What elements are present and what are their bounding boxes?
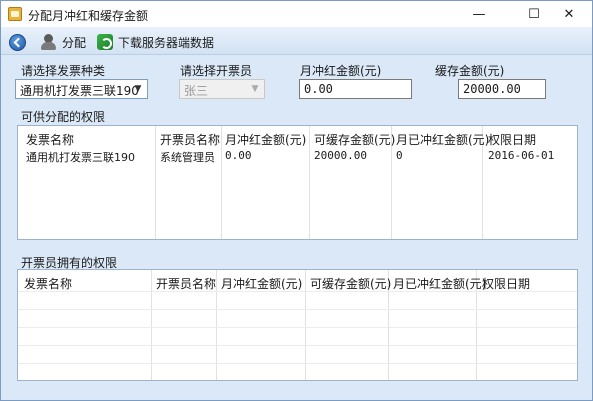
title-bar: 分配月冲红和缓存金额 — ☐ ✕	[1, 1, 592, 27]
download-server-data-button[interactable]: 下载服务器端数据	[97, 32, 214, 52]
user-icon	[41, 34, 57, 50]
app-icon	[8, 7, 22, 21]
column-header-issuer-name[interactable]: 开票员名称	[160, 131, 220, 148]
invoice-type-label: 请选择发票种类	[21, 64, 106, 78]
cache-amount-input[interactable]: 20000.00	[458, 79, 546, 99]
assign-button[interactable]: 分配	[41, 32, 86, 52]
table-cell: 通用机打发票三联190	[26, 151, 135, 164]
column-header-invoice-name[interactable]: 发票名称	[24, 275, 72, 292]
table-cell: 0	[396, 149, 403, 162]
column-header-permission-date[interactable]: 权限日期	[488, 131, 536, 148]
assign-label: 分配	[62, 35, 87, 50]
table-cell: 0.00	[225, 149, 252, 162]
refresh-download-icon	[97, 34, 113, 50]
available-permissions-table[interactable]: 发票名称 开票员名称 月冲红金额(元) 可缓存金额(元) 月已冲红金额(元) 权…	[17, 125, 578, 240]
column-header-monthly-redeemed[interactable]: 月已冲红金额(元)	[396, 131, 489, 148]
table-cell: 2016-06-01	[488, 149, 555, 162]
minimize-button[interactable]: —	[456, 1, 502, 27]
back-arrow-icon	[9, 33, 26, 51]
issuer-select: 张三 ▼	[179, 79, 265, 99]
column-header-cacheable[interactable]: 可缓存金额(元)	[314, 131, 395, 148]
row-divider	[18, 291, 577, 292]
column-divider	[155, 126, 156, 239]
column-header-monthly-red[interactable]: 月冲红金额(元)	[225, 131, 306, 148]
table-cell: 20000.00	[314, 149, 367, 162]
column-header-monthly-redeemed[interactable]: 月已冲红金额(元)	[393, 275, 486, 292]
monthly-red-label: 月冲红金额(元)	[300, 64, 382, 78]
table-cell: 系统管理员	[160, 151, 215, 164]
column-header-cacheable[interactable]: 可缓存金额(元)	[310, 275, 391, 292]
download-label: 下载服务器端数据	[118, 35, 215, 50]
close-button[interactable]: ✕	[546, 1, 592, 27]
toolbar: 分配 下载服务器端数据	[1, 27, 592, 55]
invoice-type-select[interactable]: 通用机打发票三联190 ▼	[15, 79, 148, 99]
cache-amount-label: 缓存金额(元)	[435, 64, 505, 78]
chevron-down-icon: ▼	[134, 84, 142, 94]
issuer-permissions-table[interactable]: 发票名称 开票员名称 月冲红金额(元) 可缓存金额(元) 月已冲红金额(元) 权…	[17, 269, 578, 381]
column-header-monthly-red[interactable]: 月冲红金额(元)	[221, 275, 302, 292]
row-divider	[18, 345, 577, 346]
column-divider	[309, 126, 310, 239]
main-window: 分配月冲红和缓存金额 — ☐ ✕ 分配 下载服务器端数据 请选择发票种类 请选择…	[0, 0, 593, 401]
issuer-label: 请选择开票员	[180, 64, 253, 78]
invoice-type-value: 通用机打发票三联190	[20, 84, 139, 98]
column-header-permission-date[interactable]: 权限日期	[482, 275, 530, 292]
back-button[interactable]	[9, 32, 27, 52]
issuer-value: 张三	[184, 84, 209, 98]
available-permissions-title: 可供分配的权限	[21, 110, 106, 124]
row-divider	[18, 309, 577, 310]
monthly-red-input[interactable]: 0.00	[299, 79, 412, 99]
column-header-issuer-name[interactable]: 开票员名称	[156, 275, 216, 292]
chevron-down-icon: ▼	[251, 84, 259, 94]
column-divider	[221, 126, 222, 239]
row-divider	[18, 327, 577, 328]
row-divider	[18, 363, 577, 364]
window-title: 分配月冲红和缓存金额	[28, 9, 149, 23]
column-header-invoice-name[interactable]: 发票名称	[26, 131, 74, 148]
